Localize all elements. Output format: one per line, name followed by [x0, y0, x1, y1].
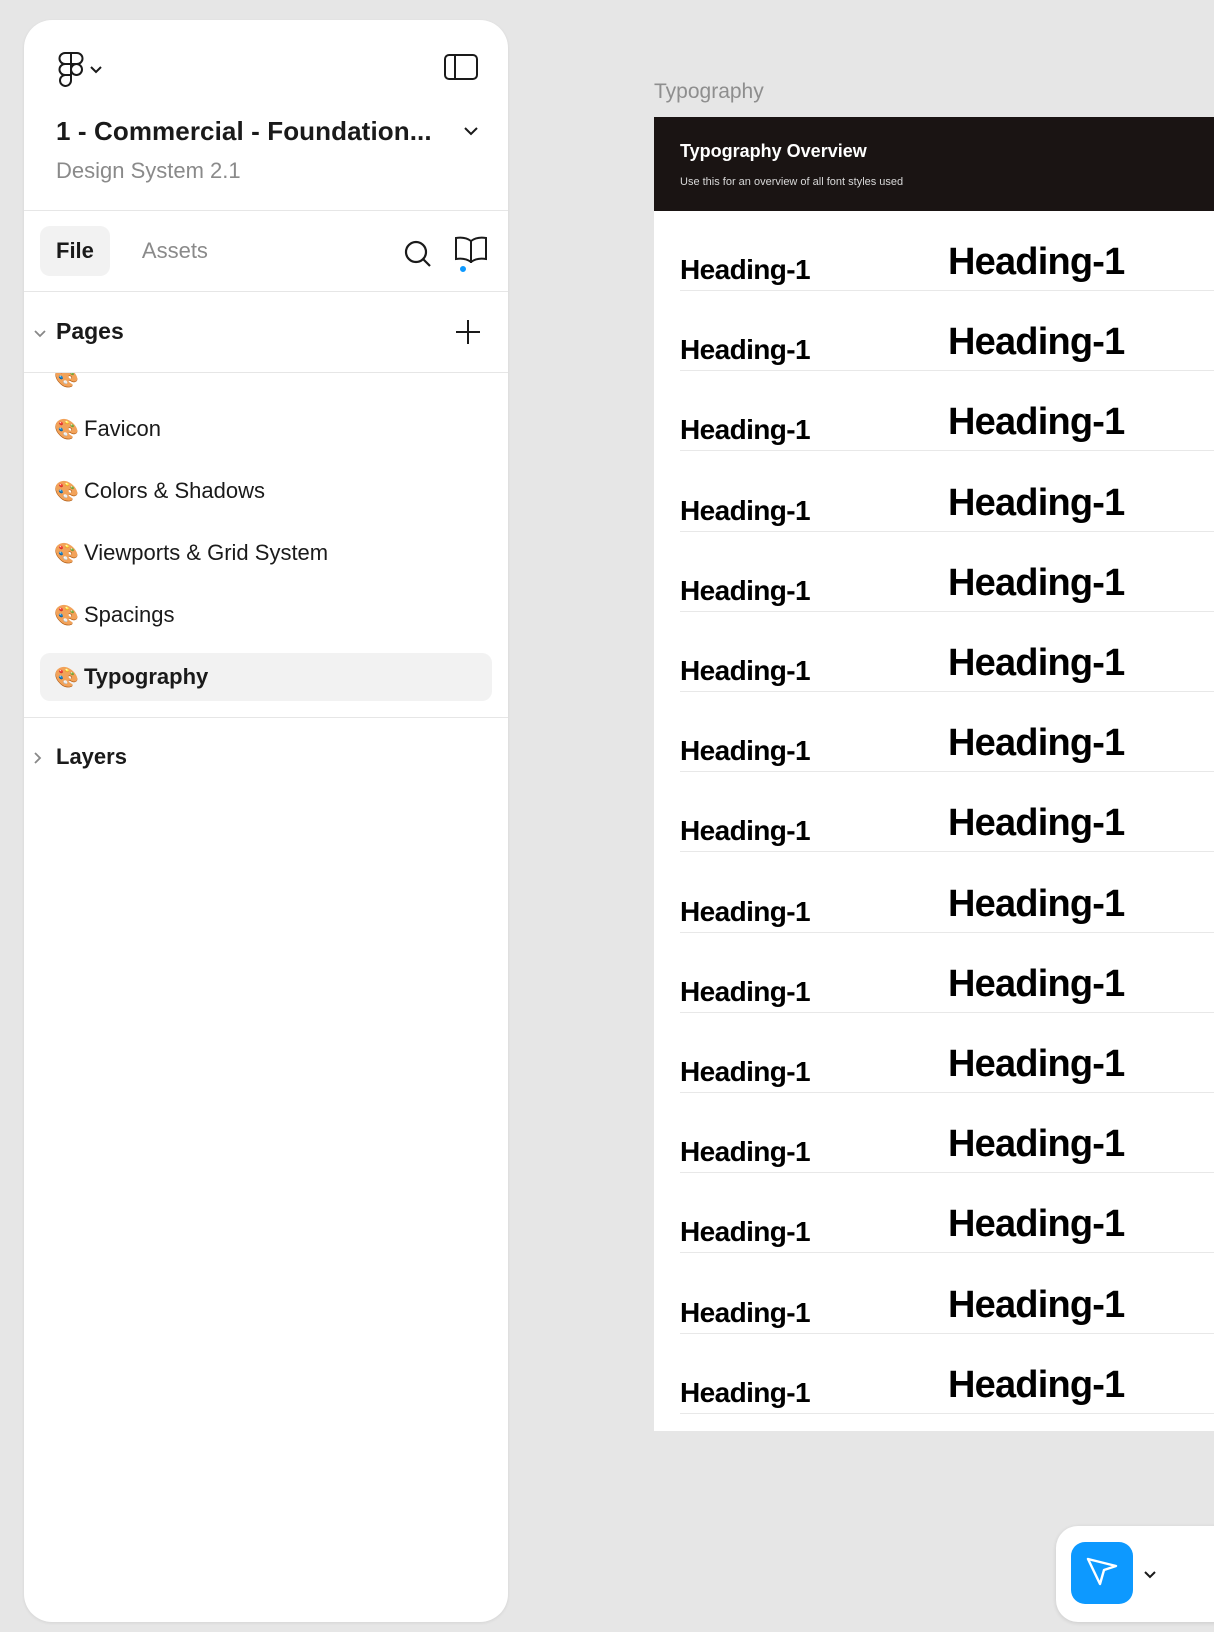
- frame-header: Typography Overview Use this for an over…: [654, 117, 1214, 211]
- typography-row[interactable]: Heading-1 Heading-1: [680, 1013, 1214, 1093]
- typography-row[interactable]: Heading-1 Heading-1: [680, 853, 1214, 933]
- heading-sample-large: Heading-1: [948, 401, 1125, 444]
- file-title: 1 - Commercial - Foundation...: [56, 116, 432, 146]
- heading-sample-small: Heading-1: [680, 895, 811, 927]
- pages-label: Pages: [56, 318, 124, 344]
- typography-row[interactable]: Heading-1 Heading-1: [680, 1254, 1214, 1334]
- typography-row[interactable]: Heading-1 Heading-1: [680, 692, 1214, 773]
- chevron-down-icon[interactable]: [1144, 1566, 1156, 1584]
- typography-row[interactable]: Heading-1 Heading-1: [680, 1173, 1214, 1254]
- heading-sample-small: Heading-1: [680, 1296, 811, 1328]
- palette-icon: 🎨: [54, 373, 79, 389]
- layers-section-header[interactable]: Layers: [24, 718, 508, 798]
- heading-sample-large: Heading-1: [948, 882, 1125, 925]
- heading-sample-large: Heading-1: [948, 321, 1125, 364]
- left-sidebar-panel: 1 - Commercial - Foundation... Design Sy…: [24, 20, 508, 1622]
- heading-sample-small: Heading-1: [680, 1136, 811, 1168]
- library-book-icon[interactable]: [454, 235, 488, 278]
- heading-sample-large: Heading-1: [948, 1363, 1125, 1406]
- heading-sample-large: Heading-1: [948, 1283, 1125, 1326]
- heading-sample-large: Heading-1: [948, 722, 1125, 765]
- main-menu-button[interactable]: [58, 52, 102, 88]
- palette-icon: 🎨: [54, 480, 79, 503]
- page-item-colors-shadows[interactable]: 🎨 Colors & Shadows: [40, 467, 492, 515]
- heading-sample-small: Heading-1: [680, 735, 811, 767]
- heading-sample-large: Heading-1: [948, 1123, 1125, 1166]
- heading-sample-large: Heading-1: [948, 1043, 1125, 1085]
- page-item-favicon[interactable]: 🎨 Favicon: [40, 405, 492, 453]
- page-item-spacings[interactable]: 🎨 Spacings: [40, 591, 492, 639]
- heading-sample-small: Heading-1: [680, 655, 811, 686]
- palette-icon: 🎨: [54, 666, 79, 689]
- heading-sample-large: Heading-1: [948, 481, 1125, 524]
- heading-sample-small: Heading-1: [680, 1376, 811, 1408]
- heading-sample-large: Heading-1: [948, 241, 1125, 283]
- page-list: 🎨 🎨 Favicon 🎨 Colors & Shadows 🎨 Viewpor…: [24, 373, 508, 717]
- pages-section-header[interactable]: Pages: [24, 292, 508, 372]
- chevron-down-icon: [464, 123, 478, 141]
- page-item-partial[interactable]: 🎨: [40, 373, 492, 401]
- layers-label: Layers: [56, 744, 127, 769]
- heading-sample-small: Heading-1: [680, 1216, 811, 1248]
- typography-row[interactable]: Heading-1 Heading-1: [680, 772, 1214, 853]
- notification-dot: [458, 264, 468, 274]
- page-item-label: Colors & Shadows: [84, 478, 265, 503]
- page-item-viewports-grid[interactable]: 🎨 Viewports & Grid System: [40, 529, 492, 577]
- heading-sample-small: Heading-1: [680, 815, 811, 847]
- tab-file[interactable]: File: [40, 226, 110, 276]
- typography-row[interactable]: Heading-1 Heading-1: [680, 612, 1214, 692]
- chevron-down-icon[interactable]: [34, 325, 46, 343]
- chevron-down-icon: [90, 66, 102, 74]
- typography-frame[interactable]: Typography Overview Use this for an over…: [654, 117, 1214, 1431]
- typography-row[interactable]: Heading-1 Heading-1: [680, 532, 1214, 612]
- heading-sample-small: Heading-1: [680, 1056, 811, 1087]
- heading-sample-large: Heading-1: [948, 802, 1125, 845]
- heading-sample-large: Heading-1: [948, 561, 1125, 604]
- chevron-right-icon[interactable]: [34, 751, 42, 769]
- typography-row[interactable]: Heading-1 Heading-1: [680, 452, 1214, 532]
- typography-row[interactable]: Heading-1 Heading-1: [680, 1093, 1214, 1174]
- typography-row[interactable]: Heading-1 Heading-1: [680, 211, 1214, 291]
- file-title-row[interactable]: 1 - Commercial - Foundation...: [56, 116, 478, 147]
- typography-row[interactable]: Heading-1 Heading-1: [680, 1334, 1214, 1414]
- palette-icon: 🎨: [54, 418, 79, 441]
- file-header: 1 - Commercial - Foundation... Design Sy…: [24, 20, 508, 210]
- move-tool-button[interactable]: [1071, 1542, 1133, 1604]
- search-icon[interactable]: [404, 240, 432, 273]
- palette-icon: 🎨: [54, 542, 79, 565]
- typography-row[interactable]: Heading-1 Heading-1: [680, 933, 1214, 1013]
- page-item-typography[interactable]: 🎨 Typography: [40, 653, 492, 701]
- sidebar-toggle-icon[interactable]: [444, 54, 478, 85]
- figma-logo-icon: [58, 52, 84, 88]
- heading-sample-small: Heading-1: [680, 975, 811, 1007]
- frame-title: Typography Overview: [680, 141, 867, 161]
- palette-icon: 🎨: [54, 604, 79, 627]
- heading-sample-small: Heading-1: [680, 254, 811, 285]
- heading-sample-small: Heading-1: [680, 334, 811, 366]
- page-item-label: Viewports & Grid System: [84, 540, 329, 565]
- page-item-label: Favicon: [84, 416, 162, 441]
- heading-sample-small: Heading-1: [680, 494, 811, 526]
- plus-icon[interactable]: [454, 318, 482, 351]
- heading-sample-small: Heading-1: [680, 574, 811, 606]
- heading-sample-large: Heading-1: [948, 1203, 1125, 1246]
- typography-row[interactable]: Heading-1 Heading-1: [680, 291, 1214, 372]
- frame-label[interactable]: Typography: [654, 80, 764, 104]
- heading-sample-small: Heading-1: [680, 414, 811, 446]
- panel-tabs: File Assets: [24, 211, 508, 291]
- cursor-arrow-icon: [1085, 1554, 1119, 1593]
- frame-description: Use this for an overview of all font sty…: [680, 176, 904, 188]
- heading-sample-large: Heading-1: [948, 962, 1125, 1005]
- project-name: Design System 2.1: [56, 158, 241, 183]
- page-item-label: Typography: [84, 664, 209, 689]
- bottom-toolbar: [1056, 1526, 1214, 1622]
- typography-row[interactable]: Heading-1 Heading-1: [680, 371, 1214, 452]
- tab-assets[interactable]: Assets: [126, 226, 224, 276]
- page-item-label: Spacings: [84, 602, 175, 627]
- heading-sample-large: Heading-1: [948, 642, 1125, 684]
